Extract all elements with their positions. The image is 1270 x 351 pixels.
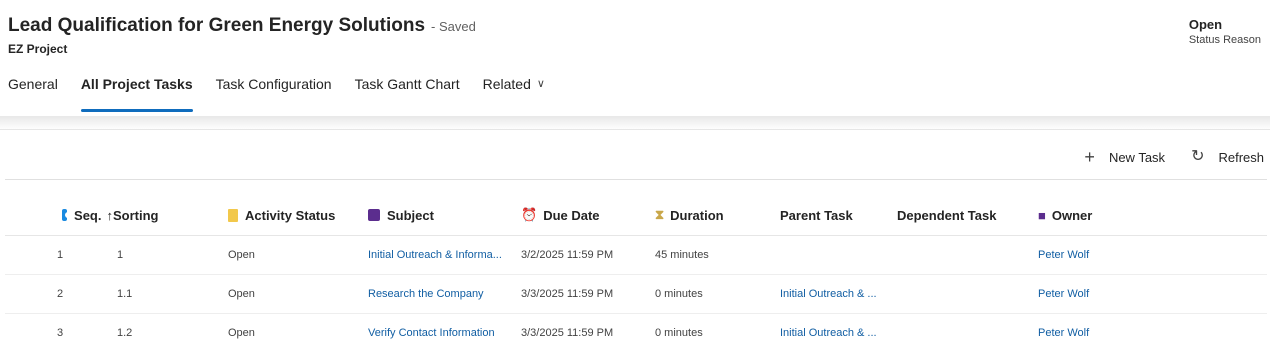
due-date-cell: 3/3/2025 11:59 PM	[521, 288, 614, 300]
activity-status-cell: Open	[228, 327, 255, 339]
duration-cell: 0 minutes	[655, 327, 703, 339]
hourglass-icon: ⧗	[655, 207, 665, 222]
duration-cell: 0 minutes	[655, 288, 703, 300]
plus-icon: +	[1084, 147, 1095, 167]
activity-status-icon	[228, 208, 238, 222]
column-header-activity-status[interactable]: Activity Status	[228, 208, 368, 223]
tab-related-label: Related	[482, 76, 531, 92]
column-header-due-date-label: Due Date	[543, 207, 600, 223]
column-header-owner[interactable]: ■ Owner	[1038, 208, 1208, 223]
due-date-cell: 3/3/2025 11:59 PM	[521, 327, 614, 339]
record-header: Lead Qualification for Green Energy Solu…	[0, 0, 1270, 117]
subject-link[interactable]: Initial Outreach & Informa...	[368, 249, 521, 261]
chevron-down-icon: ∨	[536, 78, 545, 90]
refresh-icon: ↻	[1191, 148, 1205, 165]
tab-general-label: General	[8, 76, 58, 92]
new-task-label: New Task	[1108, 149, 1166, 165]
person-icon: ■	[1038, 207, 1046, 223]
column-header-parent-task[interactable]: Parent Task	[780, 208, 897, 223]
column-header-activity-status-label: Activity Status	[245, 207, 336, 223]
column-header-seq[interactable]: Seq. ↑	[5, 208, 113, 223]
grid-header-row: Seq. ↑ Sorting Activity Status Subject ⏰…	[5, 195, 1267, 236]
column-header-seq-label: Seq.	[74, 207, 102, 223]
owner-link[interactable]: Peter Wolf	[1038, 249, 1208, 261]
refresh-label: Refresh	[1218, 149, 1264, 165]
status-reason-field[interactable]: Open Status Reason	[1189, 17, 1261, 46]
column-header-parent-task-label: Parent Task	[780, 207, 853, 223]
tab-task-gantt-chart[interactable]: Task Gantt Chart	[355, 76, 460, 112]
alarm-clock-icon: ⏰	[521, 207, 538, 222]
table-row[interactable]: 2 1.1 Open Research the Company 3/3/2025…	[5, 275, 1267, 314]
column-header-sorting[interactable]: Sorting	[113, 208, 228, 223]
tab-all-project-tasks-label: All Project Tasks	[80, 76, 193, 92]
table-row[interactable]: 1 1 Open Initial Outreach & Informa... 3…	[5, 236, 1267, 275]
owner-link[interactable]: Peter Wolf	[1038, 288, 1208, 300]
section-divider	[0, 129, 1270, 130]
subject-icon	[368, 209, 380, 221]
column-header-subject-label: Subject	[387, 207, 434, 223]
column-header-dependent-task-label: Dependent Task	[897, 207, 997, 223]
entity-name: EZ Project	[8, 42, 68, 56]
tab-task-gantt-chart-label: Task Gantt Chart	[354, 76, 460, 92]
status-reason-value: Open	[1188, 17, 1223, 32]
column-header-due-date[interactable]: ⏰ Due Date	[521, 207, 655, 223]
sorting-cell: 1	[117, 249, 124, 261]
seq-cell: 3	[57, 327, 64, 339]
subject-link[interactable]: Verify Contact Information	[368, 327, 521, 339]
tab-general[interactable]: General	[8, 76, 58, 112]
due-date-cell: 3/2/2025 11:59 PM	[521, 249, 614, 261]
tab-task-configuration-label: Task Configuration	[215, 76, 332, 92]
tab-related[interactable]: Related ∨	[483, 76, 545, 112]
duration-cell: 45 minutes	[655, 249, 709, 261]
tab-all-project-tasks[interactable]: All Project Tasks	[80, 76, 193, 112]
seq-cell: 2	[57, 288, 64, 300]
column-header-duration[interactable]: ⧗ Duration	[655, 207, 780, 223]
title-row: Lead Qualification for Green Energy Solu…	[8, 15, 476, 37]
sequence-icon	[62, 209, 72, 221]
seq-cell: 1	[57, 249, 64, 261]
subgrid-toolbar: + New Task ↻ Refresh	[1058, 148, 1264, 166]
subject-link[interactable]: Research the Company	[368, 288, 521, 300]
sorting-cell: 1.1	[117, 288, 133, 300]
owner-link[interactable]: Peter Wolf	[1038, 327, 1208, 339]
column-header-duration-label: Duration	[670, 207, 724, 223]
column-header-dependent-task[interactable]: Dependent Task	[897, 208, 1038, 223]
column-header-owner-label: Owner	[1051, 207, 1093, 223]
grid-divider	[5, 179, 1267, 180]
tab-task-configuration[interactable]: Task Configuration	[216, 76, 332, 112]
refresh-button[interactable]: ↻ Refresh	[1191, 149, 1264, 165]
table-row[interactable]: 3 1.2 Open Verify Contact Information 3/…	[5, 314, 1267, 351]
record-title: Lead Qualification for Green Energy Solu…	[8, 15, 426, 36]
new-task-button[interactable]: + New Task	[1084, 148, 1165, 166]
sorting-cell: 1.2	[117, 327, 133, 339]
activity-status-cell: Open	[228, 288, 255, 300]
column-header-subject[interactable]: Subject	[368, 208, 521, 223]
form-tabs: General All Project Tasks Task Configura…	[8, 76, 568, 116]
status-reason-label: Status Reason	[1188, 34, 1261, 46]
parent-task-link[interactable]: Initial Outreach & ...	[780, 288, 897, 300]
header-shadow	[0, 116, 1270, 130]
activity-status-cell: Open	[228, 249, 255, 261]
column-header-sorting-label: Sorting	[113, 207, 159, 223]
project-tasks-grid: Seq. ↑ Sorting Activity Status Subject ⏰…	[5, 195, 1267, 351]
save-status: - Saved	[431, 19, 476, 34]
parent-task-link[interactable]: Initial Outreach & ...	[780, 327, 897, 339]
